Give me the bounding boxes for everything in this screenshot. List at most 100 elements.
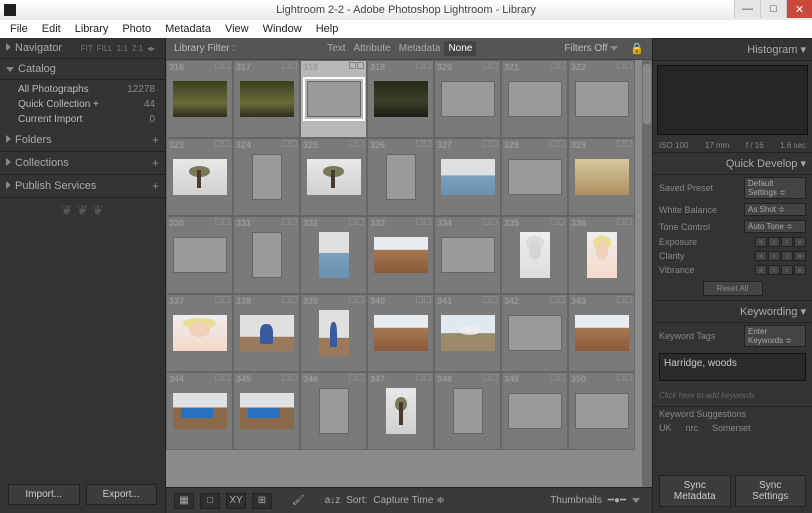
thumbnail-image[interactable] xyxy=(240,81,294,117)
cell-flags[interactable] xyxy=(282,296,297,303)
qd-select[interactable]: Default Settings ≑ xyxy=(744,177,806,199)
thumbnail-cell[interactable]: 337 xyxy=(166,294,233,372)
thumbnail-cell[interactable]: 328 xyxy=(501,138,568,216)
reset-all-button[interactable]: Reset All xyxy=(703,281,763,296)
menu-photo[interactable]: Photo xyxy=(116,21,157,37)
thumbnail-cell[interactable]: 316 xyxy=(166,60,233,138)
cell-flags[interactable] xyxy=(282,218,297,225)
thumbnail-image[interactable] xyxy=(319,310,349,356)
thumbnail-cell[interactable]: 336 xyxy=(568,216,635,294)
catalog-item[interactable]: All Photographs12278 xyxy=(0,82,165,97)
navigator-zoom-options[interactable]: FITFILL1:12:1◂▸ xyxy=(81,44,155,53)
grid-view-button[interactable]: ▦ xyxy=(174,493,194,509)
cell-flags[interactable] xyxy=(550,374,565,381)
cell-flags[interactable] xyxy=(282,140,297,147)
keyword-input[interactable]: Harridge, woods xyxy=(659,353,806,381)
cell-flags[interactable] xyxy=(282,62,297,69)
thumbnail-image[interactable] xyxy=(307,159,361,195)
cell-flags[interactable] xyxy=(215,140,230,147)
keyword-suggestion[interactable]: nrc xyxy=(686,423,699,433)
thumbnail-cell[interactable]: 325 xyxy=(300,138,367,216)
stepper[interactable]: «‹›» xyxy=(755,237,806,247)
catalog-item[interactable]: Current Import0 xyxy=(0,112,165,127)
filter-tab-text[interactable]: Text xyxy=(323,41,349,56)
thumbnail-image[interactable] xyxy=(441,81,495,117)
thumbnail-image[interactable] xyxy=(441,315,495,351)
thumbnail-cell[interactable]: 343 xyxy=(568,294,635,372)
cell-flags[interactable] xyxy=(550,140,565,147)
cell-flags[interactable] xyxy=(416,218,431,225)
cell-flags[interactable] xyxy=(617,140,632,147)
thumbnail-image[interactable] xyxy=(453,388,483,434)
cell-flags[interactable] xyxy=(349,296,364,303)
cell-flags[interactable] xyxy=(215,296,230,303)
thumbnail-cell[interactable]: 320 xyxy=(434,60,501,138)
thumbnail-image[interactable] xyxy=(374,81,428,117)
thumbnail-image[interactable] xyxy=(508,159,562,195)
cell-flags[interactable] xyxy=(215,62,230,69)
catalog-item[interactable]: Quick Collection +44 xyxy=(0,97,165,112)
window-close-button[interactable]: ✕ xyxy=(786,0,812,18)
thumbnail-cell[interactable]: 341 xyxy=(434,294,501,372)
cell-flags[interactable] xyxy=(550,62,565,69)
thumbnail-image[interactable] xyxy=(319,232,349,278)
sync-metadata-button[interactable]: Sync Metadata xyxy=(659,475,731,507)
thumbnail-image[interactable] xyxy=(173,237,227,273)
thumbnail-cell[interactable]: 319 xyxy=(367,60,434,138)
thumbnail-cell[interactable]: 347 xyxy=(367,372,434,450)
thumbnail-image[interactable] xyxy=(386,388,416,434)
thumbnail-cell[interactable]: 339 xyxy=(300,294,367,372)
cell-flags[interactable] xyxy=(550,296,565,303)
cell-flags[interactable] xyxy=(483,296,498,303)
thumbnail-cell[interactable]: 318 xyxy=(300,60,367,138)
menu-help[interactable]: Help xyxy=(310,21,345,37)
keyword-mode-dropdown[interactable]: Enter Keywords ≑ xyxy=(744,325,806,347)
grid-scrollbar[interactable] xyxy=(642,60,652,487)
survey-view-button[interactable]: ⊞ xyxy=(252,493,272,509)
thumbnail-image[interactable] xyxy=(520,232,550,278)
thumbnail-image[interactable] xyxy=(508,81,562,117)
sort-dropdown[interactable]: Capture Time ≑ xyxy=(373,495,444,506)
thumbnail-image[interactable] xyxy=(508,393,562,429)
thumbnail-cell[interactable]: 324 xyxy=(233,138,300,216)
thumbnail-cell[interactable]: 326 xyxy=(367,138,434,216)
thumbnail-image[interactable] xyxy=(575,159,629,195)
cell-flags[interactable] xyxy=(617,296,632,303)
histogram-panel-header[interactable]: Histogram ▾ xyxy=(653,38,812,61)
keyword-add-hint[interactable]: Click here to add keywords xyxy=(653,385,812,406)
filter-tab-metadata[interactable]: Metadata xyxy=(395,41,445,56)
thumbnail-cell[interactable]: 321 xyxy=(501,60,568,138)
compare-view-button[interactable]: XY xyxy=(226,493,246,509)
catalog-panel-header[interactable]: Catalog xyxy=(0,59,165,80)
folders-panel-header[interactable]: Folders + xyxy=(0,129,165,152)
thumbnail-image[interactable] xyxy=(575,393,629,429)
scrollbar-thumb[interactable] xyxy=(643,64,651,124)
thumbnail-cell[interactable]: 317 xyxy=(233,60,300,138)
thumbnail-image[interactable] xyxy=(319,388,349,434)
thumbnail-image[interactable] xyxy=(173,393,227,429)
thumbnail-cell[interactable]: 334 xyxy=(434,216,501,294)
menu-library[interactable]: Library xyxy=(69,21,115,37)
export-button[interactable]: Export... xyxy=(86,484,158,505)
cell-flags[interactable] xyxy=(416,62,431,69)
cell-flags[interactable] xyxy=(617,374,632,381)
thumbnail-grid[interactable]: 3163173183193203213223233243253263273283… xyxy=(166,60,652,487)
thumbnail-image[interactable] xyxy=(252,154,282,200)
cell-flags[interactable] xyxy=(617,62,632,69)
thumbnail-image[interactable] xyxy=(575,81,629,117)
cell-flags[interactable] xyxy=(349,374,364,381)
keyword-suggestion[interactable]: Somerset xyxy=(712,423,751,433)
thumbnail-image[interactable] xyxy=(508,315,562,351)
thumbnail-image[interactable] xyxy=(240,393,294,429)
stepper[interactable]: «‹›» xyxy=(755,251,806,261)
thumbnail-image[interactable] xyxy=(173,315,227,351)
thumbnail-cell[interactable]: 342 xyxy=(501,294,568,372)
thumbnail-cell[interactable]: 333 xyxy=(367,216,434,294)
thumbnail-cell[interactable]: 345 xyxy=(233,372,300,450)
sync-settings-button[interactable]: Sync Settings xyxy=(735,475,807,507)
plus-icon[interactable]: + xyxy=(152,133,159,147)
thumbnail-size-slider[interactable]: ━●━ xyxy=(608,495,626,506)
thumbnail-cell[interactable]: 327 xyxy=(434,138,501,216)
thumbnail-image[interactable] xyxy=(575,315,629,351)
cell-flags[interactable] xyxy=(617,218,632,225)
